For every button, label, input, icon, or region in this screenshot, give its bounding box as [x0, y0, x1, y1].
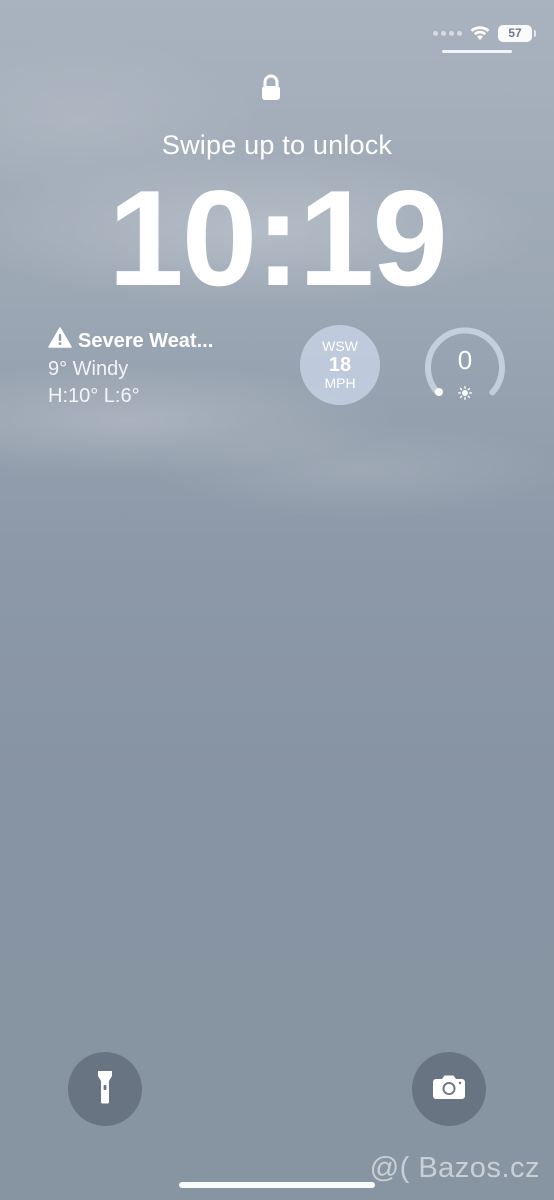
flashlight-icon	[97, 1070, 113, 1109]
lock-icon	[259, 74, 283, 102]
weather-alert: Severe Weat...	[48, 327, 288, 356]
watermark: @( Bazos.cz	[369, 1152, 540, 1184]
weather-condition: 9° Windy	[48, 358, 129, 380]
weather-widget[interactable]: Severe Weat... 9° Windy H:10° L:6°	[48, 327, 288, 410]
wind-direction: WSW	[322, 337, 358, 354]
cellular-signal-icon	[433, 30, 462, 36]
weather-high-low: H:10° L:6°	[48, 385, 140, 407]
wind-unit: MPH	[324, 375, 356, 391]
warning-triangle-icon	[48, 327, 72, 356]
battery-level: 57	[508, 26, 522, 40]
unlock-hint: Swipe up to unlock	[161, 130, 393, 160]
sun-icon	[458, 386, 472, 405]
home-indicator[interactable]	[179, 1182, 375, 1188]
lock-screen-clock[interactable]: 10:19	[0, 170, 554, 306]
flashlight-button[interactable]	[68, 1052, 142, 1126]
camera-button[interactable]	[412, 1052, 486, 1126]
uv-index-value: 0	[457, 345, 473, 375]
wifi-icon	[470, 25, 490, 41]
control-center-indicator[interactable]	[442, 50, 512, 53]
battery-icon: 57	[498, 24, 536, 42]
weather-alert-text: Severe Weat...	[78, 330, 214, 352]
uv-index-widget[interactable]: 0	[425, 325, 505, 405]
wind-widget[interactable]: WSW 18 MPH	[300, 325, 380, 405]
camera-icon	[432, 1074, 466, 1105]
status-bar: 57	[433, 22, 536, 44]
wind-speed: 18	[328, 354, 352, 376]
